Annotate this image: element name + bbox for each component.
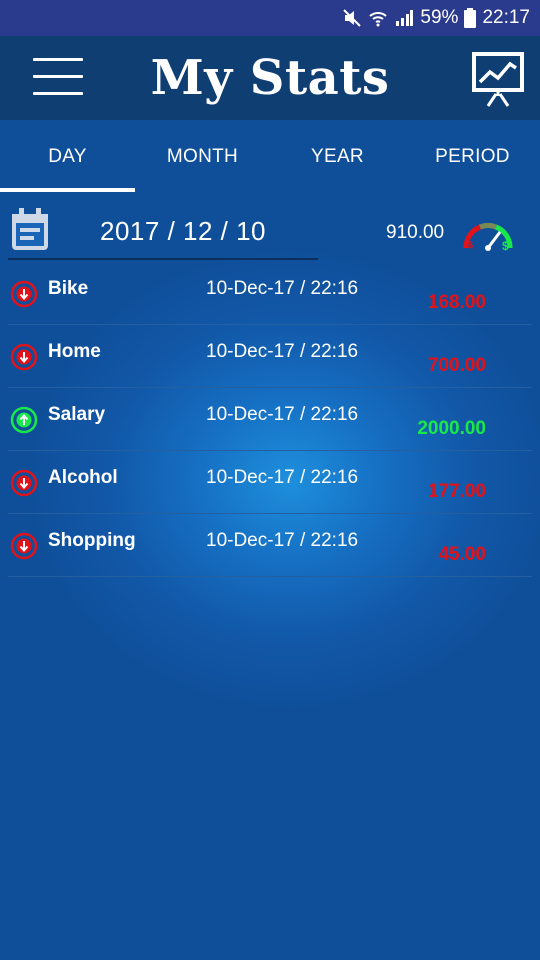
transaction-amount: 700.00 [427,355,486,376]
wifi-icon [368,8,388,28]
presentation-chart-icon[interactable] [470,50,526,110]
svg-text:$: $ [468,240,473,250]
selected-date[interactable]: 2017 / 12 / 10 [100,216,266,247]
transaction-name: Shopping [48,530,136,551]
transaction-name: Bike [48,278,89,299]
tab-selected-indicator [0,188,135,192]
date-underline [8,258,318,260]
arrow-up-circle-icon [10,406,38,434]
balance-value: 910.00 [386,222,445,243]
transaction-datetime: 10-Dec-17 / 22:16 [206,278,359,299]
signal-icon [394,8,414,28]
gauge-icon: $ $ [460,214,516,254]
svg-text:$: $ [502,239,509,253]
arrow-down-circle-icon [10,532,38,560]
status-time: 22:17 [482,7,530,28]
mute-icon [342,8,362,28]
transaction-datetime: 10-Dec-17 / 22:16 [206,530,359,551]
arrow-down-circle-icon [10,280,38,308]
transaction-amount: 168.00 [427,292,486,313]
transaction-datetime: 10-Dec-17 / 22:16 [206,404,359,425]
transaction-datetime: 10-Dec-17 / 22:16 [206,341,359,362]
list-item[interactable]: Shopping 10-Dec-17 / 22:16 45.00 [0,514,540,577]
list-item[interactable]: Home 10-Dec-17 / 22:16 700.00 [0,325,540,388]
arrow-down-circle-icon [10,469,38,497]
battery-icon [464,8,477,28]
period-tabs: DAY MONTH YEAR PERIOD [0,120,540,192]
app-bar: My Stats [0,36,540,120]
list-item[interactable]: Bike 10-Dec-17 / 22:16 168.00 [0,262,540,325]
tab-period[interactable]: PERIOD [405,120,540,192]
transaction-amount: 177.00 [427,481,486,502]
transaction-amount: 2000.00 [417,418,486,439]
arrow-down-circle-icon [10,343,38,371]
tab-day[interactable]: DAY [0,120,135,192]
battery-percent: 59% [420,7,459,28]
transaction-datetime: 10-Dec-17 / 22:16 [206,467,359,488]
tab-year[interactable]: YEAR [270,120,405,192]
transaction-amount: 45.00 [438,544,486,565]
transaction-name: Home [48,341,101,362]
transaction-name: Salary [48,404,106,425]
tab-month[interactable]: MONTH [135,120,270,192]
transaction-name: Alcohol [48,467,118,488]
calendar-icon[interactable] [10,208,50,252]
list-item[interactable]: Salary 10-Dec-17 / 22:16 2000.00 [0,388,540,451]
list-item[interactable]: Alcohol 10-Dec-17 / 22:16 177.00 [0,451,540,514]
divider [8,576,532,577]
main-content: DAY MONTH YEAR PERIOD 2017 / 12 / 10 910… [0,120,540,960]
page-title: My Stats [150,50,390,106]
status-bar: 59% 22:17 [0,0,540,36]
date-bar: 2017 / 12 / 10 910.00 $ $ [0,202,540,262]
transaction-list: Bike 10-Dec-17 / 22:16 168.00 Home 10-De… [0,262,540,577]
